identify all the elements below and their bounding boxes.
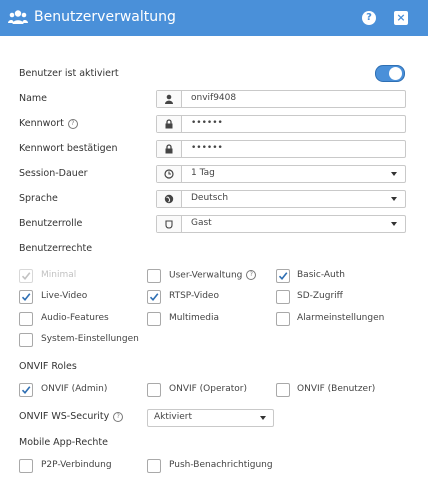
role-select[interactable]: Gast	[156, 215, 406, 233]
name-field[interactable]: onvif9408	[156, 90, 406, 108]
active-label: Benutzer ist aktiviert	[19, 68, 119, 79]
session-label: Session-Dauer	[19, 168, 88, 179]
password-confirm-label: Kennwort bestätigen	[19, 143, 118, 154]
language-label: Sprache	[19, 193, 58, 204]
checkbox-label: Alarmeinstellungen	[297, 313, 385, 323]
ws-security-select[interactable]: Aktiviert	[147, 409, 274, 427]
close-icon[interactable]: ×	[394, 11, 408, 25]
checkbox-label: SD-Zugriff	[297, 291, 343, 301]
checkbox-label: Multimedia	[169, 313, 220, 323]
checkbox-onvif-user[interactable]	[276, 383, 290, 397]
password-confirm-field[interactable]: ••••••	[156, 140, 406, 158]
ws-security-label: ONVIF WS-Security?	[19, 411, 124, 422]
rights-heading: Benutzerrechte	[19, 243, 93, 254]
checkbox-user-management[interactable]	[147, 269, 161, 283]
checkbox-rtsp-video[interactable]	[147, 290, 161, 304]
role-value: Gast	[191, 218, 212, 228]
checkbox-label: System-Einstellungen	[41, 334, 139, 344]
users-icon	[8, 9, 28, 25]
checkmark-icon	[278, 272, 288, 281]
checkbox-live-video[interactable]	[19, 290, 33, 304]
question-icon[interactable]: ?	[67, 118, 78, 129]
checkbox-label: Push-Benachrichtigung	[169, 460, 273, 470]
name-label: Name	[19, 93, 48, 104]
checkmark-icon	[149, 293, 159, 302]
role-label: Benutzerrolle	[19, 218, 83, 229]
checkbox-label: Basic-Auth	[297, 270, 345, 280]
checkmark-icon	[21, 293, 31, 302]
checkmark-icon	[21, 272, 31, 281]
checkmark-icon	[21, 386, 31, 395]
chevron-down-icon	[391, 222, 397, 226]
help-icon[interactable]: ?	[362, 11, 376, 25]
chevron-down-icon	[391, 172, 397, 176]
role-icon	[157, 216, 182, 232]
checkbox-label: Audio-Features	[41, 313, 109, 323]
question-icon[interactable]: ?	[113, 411, 124, 422]
toggle-knob	[389, 67, 402, 80]
chevron-down-icon	[260, 416, 266, 420]
checkbox-label: RTSP-Video	[169, 291, 219, 301]
title-bar: Benutzerverwaltung ? ×	[0, 0, 428, 36]
password-label: Kennwort?	[19, 118, 78, 129]
clock-icon	[157, 166, 182, 182]
checkbox-label: User-Verwaltung?	[169, 270, 257, 281]
checkbox-label: ONVIF (Operator)	[169, 384, 247, 394]
question-icon[interactable]: ?	[246, 270, 257, 280]
checkbox-onvif-admin[interactable]	[19, 383, 33, 397]
lock-icon	[157, 141, 182, 157]
name-value: onvif9408	[191, 93, 237, 103]
globe-icon	[157, 191, 182, 207]
onvif-heading: ONVIF Roles	[19, 361, 77, 372]
checkbox-p2p[interactable]	[19, 459, 33, 473]
user-icon	[157, 91, 182, 107]
password-field[interactable]: ••••••	[156, 115, 406, 133]
checkbox-alarm-settings[interactable]	[276, 312, 290, 326]
language-select[interactable]: Deutsch	[156, 190, 406, 208]
mobile-heading: Mobile App-Rechte	[19, 437, 109, 448]
language-value: Deutsch	[191, 193, 229, 203]
checkbox-audio-features[interactable]	[19, 312, 33, 326]
checkbox-sd-access[interactable]	[276, 290, 290, 304]
checkbox-minimal[interactable]	[19, 269, 33, 283]
window-title: Benutzerverwaltung	[34, 9, 176, 25]
chevron-down-icon	[391, 197, 397, 201]
password-label-text: Kennwort	[19, 118, 64, 129]
password-value: ••••••	[191, 118, 223, 128]
checkbox-label: Minimal	[41, 270, 77, 280]
password-confirm-value: ••••••	[191, 143, 223, 153]
lock-icon	[157, 116, 182, 132]
ws-security-label-text: ONVIF WS-Security	[19, 411, 110, 422]
session-value: 1 Tag	[191, 168, 215, 178]
checkbox-onvif-operator[interactable]	[147, 383, 161, 397]
checkbox-multimedia[interactable]	[147, 312, 161, 326]
checkbox-label: Live-Video	[41, 291, 88, 301]
checkbox-system-settings[interactable]	[19, 333, 33, 347]
session-select[interactable]: 1 Tag	[156, 165, 406, 183]
active-toggle[interactable]	[375, 65, 405, 82]
user-management-text: User-Verwaltung	[169, 270, 243, 281]
checkbox-label: ONVIF (Admin)	[41, 384, 108, 394]
ws-security-value: Aktiviert	[154, 412, 192, 422]
checkbox-basic-auth[interactable]	[276, 269, 290, 283]
checkbox-label: ONVIF (Benutzer)	[297, 384, 376, 394]
checkbox-label: P2P-Verbindung	[41, 460, 112, 470]
checkbox-push[interactable]	[147, 459, 161, 473]
